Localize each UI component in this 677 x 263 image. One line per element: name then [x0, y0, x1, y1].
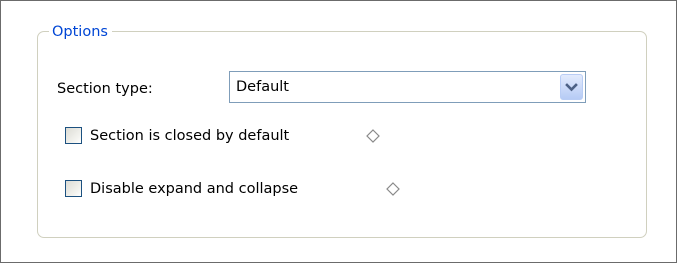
disable-expand-checkbox[interactable] [65, 180, 82, 197]
chevron-down-icon [565, 83, 578, 92]
section-type-value: Default [236, 79, 289, 95]
section-closed-checkbox[interactable] [65, 127, 82, 144]
section-type-select[interactable]: Default [229, 71, 586, 103]
section-closed-label[interactable]: Section is closed by default [90, 127, 289, 145]
diamond-icon [366, 129, 380, 143]
section-type-dropdown-button[interactable] [560, 74, 583, 100]
diamond-icon [386, 182, 400, 196]
section-type-label: Section type: [57, 81, 153, 97]
options-panel: Options Section type: Default Section is… [0, 0, 677, 263]
options-group-title: Options [49, 23, 112, 41]
disable-expand-label[interactable]: Disable expand and collapse [90, 180, 298, 198]
